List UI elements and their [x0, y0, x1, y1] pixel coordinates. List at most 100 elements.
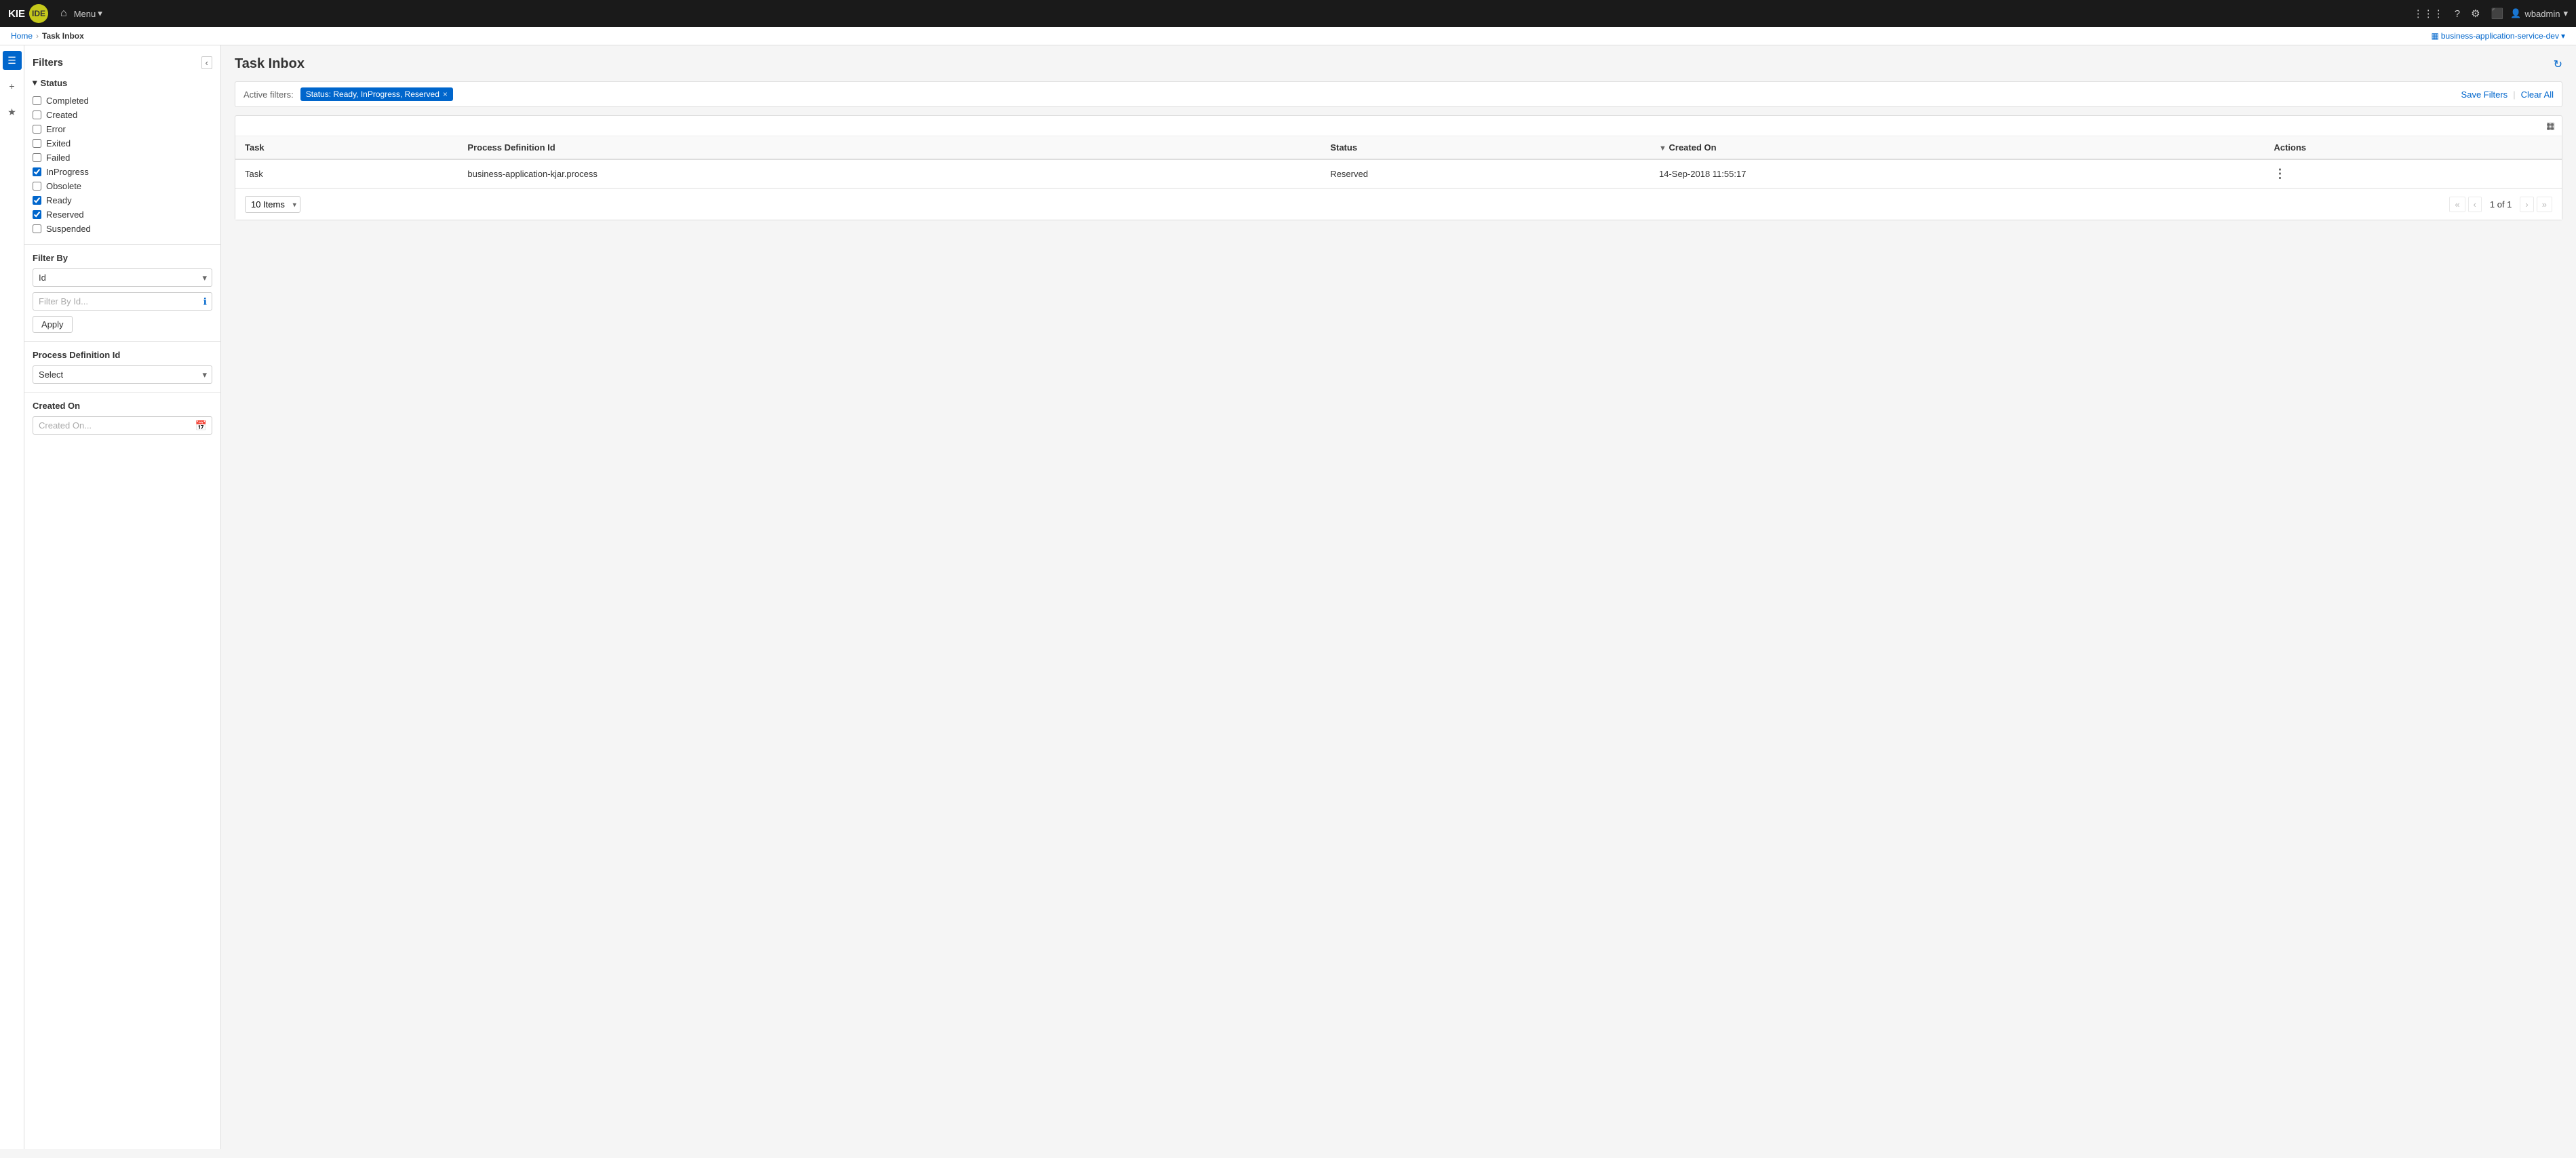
status-obsolete[interactable]: Obsolete	[33, 179, 212, 193]
breadcrumb-separator: ›	[36, 31, 39, 41]
last-page-button[interactable]: »	[2537, 197, 2552, 212]
status-reserved-label: Reserved	[46, 209, 84, 220]
apply-button[interactable]: Apply	[33, 316, 73, 333]
pagination-row: 5 Items 10 Items 20 Items 50 Items « ‹ 1…	[235, 188, 2562, 220]
settings-icon[interactable]: ⚙	[2471, 7, 2480, 20]
status-exited-checkbox[interactable]	[33, 139, 41, 148]
status-obsolete-label: Obsolete	[46, 181, 81, 191]
calendar-icon[interactable]: 📅	[195, 420, 207, 431]
content-area: Task Inbox ↻ Active filters: Status: Rea…	[221, 45, 2576, 1149]
table-header: Task Process Definition Id Status ▼ Crea…	[235, 136, 2562, 159]
first-page-button[interactable]: «	[2449, 197, 2465, 212]
env-arrow-icon: ▾	[2561, 31, 2565, 41]
sidebar-collapse-button[interactable]: ‹	[201, 56, 212, 69]
th-created-on[interactable]: ▼ Created On	[1650, 136, 2264, 159]
status-error[interactable]: Error	[33, 122, 212, 136]
cell-actions: ⋮	[2264, 159, 2562, 188]
filter-by-input[interactable]	[33, 292, 212, 311]
env-icon: ▦	[2432, 31, 2439, 41]
row-actions-button[interactable]: ⋮	[2273, 167, 2286, 181]
kie-text: KIE	[8, 8, 25, 20]
th-task: Task	[235, 136, 458, 159]
status-ready-checkbox[interactable]	[33, 196, 41, 205]
star-icon-btn[interactable]: ★	[3, 102, 22, 121]
column-toggle-button[interactable]: ▦	[2546, 120, 2555, 132]
date-input[interactable]	[33, 416, 212, 435]
status-error-label: Error	[46, 124, 66, 134]
items-per-page: 5 Items 10 Items 20 Items 50 Items	[245, 196, 300, 213]
active-filters-right: Save Filters | Clear All	[2461, 89, 2554, 100]
sidebar-title: Filters	[33, 57, 63, 68]
clear-all-link[interactable]: Clear All	[2521, 89, 2554, 100]
status-created-checkbox[interactable]	[33, 111, 41, 119]
process-definition-section: Process Definition Id Select	[24, 350, 220, 384]
status-suspended-checkbox[interactable]	[33, 224, 41, 233]
camera-icon[interactable]: ⬛	[2491, 7, 2504, 20]
filter-by-label: Filter By	[33, 253, 212, 263]
status-ready-label: Ready	[46, 195, 72, 205]
page-header: Task Inbox ↻	[235, 56, 2562, 72]
status-completed-checkbox[interactable]	[33, 96, 41, 105]
filter-by-select[interactable]: Id Name Description Priority	[33, 268, 212, 287]
status-obsolete-checkbox[interactable]	[33, 182, 41, 191]
nav-icons: ⋮⋮⋮ ? ⚙ ⬛	[2413, 7, 2503, 20]
table-body: Task business-application-kjar.process R…	[235, 159, 2562, 188]
breadcrumb: Home › Task Inbox	[11, 31, 84, 41]
process-def-select[interactable]: Select	[33, 365, 212, 384]
status-reserved[interactable]: Reserved	[33, 207, 212, 222]
next-page-button[interactable]: ›	[2520, 197, 2533, 212]
menu-arrow-icon: ▾	[98, 8, 102, 19]
status-completed[interactable]: Completed	[33, 94, 212, 108]
status-inprogress-checkbox[interactable]	[33, 167, 41, 176]
filter-tag-close-icon[interactable]: ×	[443, 89, 448, 99]
created-on-section: Created On 📅	[24, 401, 220, 435]
status-error-checkbox[interactable]	[33, 125, 41, 134]
help-icon[interactable]: ?	[2455, 8, 2460, 20]
status-section-header[interactable]: ▾ Status	[33, 77, 212, 88]
status-label: Status	[41, 78, 68, 88]
filter-icon-btn[interactable]: ☰	[3, 51, 22, 70]
page-info: 1 of 1	[2484, 199, 2518, 209]
top-nav: KIE IDE ⌂ Menu ▾ ⋮⋮⋮ ? ⚙ ⬛ 👤 wbadmin ▾	[0, 0, 2576, 27]
env-selector[interactable]: ▦ business-application-service-dev ▾	[2432, 31, 2565, 41]
cell-created-on: 14-Sep-2018 11:55:17	[1650, 159, 2264, 188]
status-failed-checkbox[interactable]	[33, 153, 41, 162]
items-per-page-select[interactable]: 5 Items 10 Items 20 Items 50 Items	[245, 196, 300, 213]
page-title: Task Inbox	[235, 56, 305, 72]
pagination-controls: « ‹ 1 of 1 › »	[2449, 197, 2552, 212]
status-created[interactable]: Created	[33, 108, 212, 122]
prev-page-button[interactable]: ‹	[2468, 197, 2482, 212]
created-on-label: Created On	[33, 401, 212, 411]
breadcrumb-home-link[interactable]: Home	[11, 31, 33, 41]
status-reserved-checkbox[interactable]	[33, 210, 41, 219]
menu-dropdown[interactable]: Menu ▾	[74, 8, 102, 19]
add-icon-btn[interactable]: +	[3, 77, 22, 96]
status-exited[interactable]: Exited	[33, 136, 212, 151]
sidebar: Filters ‹ ▾ Status Completed Created Err…	[24, 45, 221, 1149]
icon-bar: ☰ + ★	[0, 45, 24, 1149]
sidebar-header: Filters ‹	[24, 52, 220, 73]
grid-icon[interactable]: ⋮⋮⋮	[2413, 7, 2444, 20]
status-completed-label: Completed	[46, 96, 89, 106]
filter-pipe: |	[2513, 89, 2515, 100]
filter-info-icon[interactable]: ℹ	[203, 296, 207, 307]
items-select-wrapper: 5 Items 10 Items 20 Items 50 Items	[245, 196, 300, 213]
table-row: Task business-application-kjar.process R…	[235, 159, 2562, 188]
status-suspended[interactable]: Suspended	[33, 222, 212, 236]
sort-icon: ▼	[1659, 144, 1666, 153]
process-definition-label: Process Definition Id	[33, 350, 212, 360]
status-exited-label: Exited	[46, 138, 71, 148]
status-ready[interactable]: Ready	[33, 193, 212, 207]
filter-by-section: Filter By Id Name Description Priority ℹ…	[24, 253, 220, 333]
username-label: wbadmin	[2524, 9, 2560, 19]
status-failed[interactable]: Failed	[33, 151, 212, 165]
refresh-button[interactable]: ↻	[2554, 58, 2562, 71]
save-filters-link[interactable]: Save Filters	[2461, 89, 2508, 100]
process-def-select-wrapper: Select	[33, 365, 212, 384]
home-icon[interactable]: ⌂	[60, 7, 67, 20]
filter-tag-text: Status: Ready, InProgress, Reserved	[306, 89, 440, 99]
table-toolbar: ▦	[235, 116, 2562, 136]
status-inprogress[interactable]: InProgress	[33, 165, 212, 179]
breadcrumb-bar: Home › Task Inbox ▦ business-application…	[0, 27, 2576, 45]
user-menu[interactable]: 👤 wbadmin ▾	[2510, 8, 2568, 19]
